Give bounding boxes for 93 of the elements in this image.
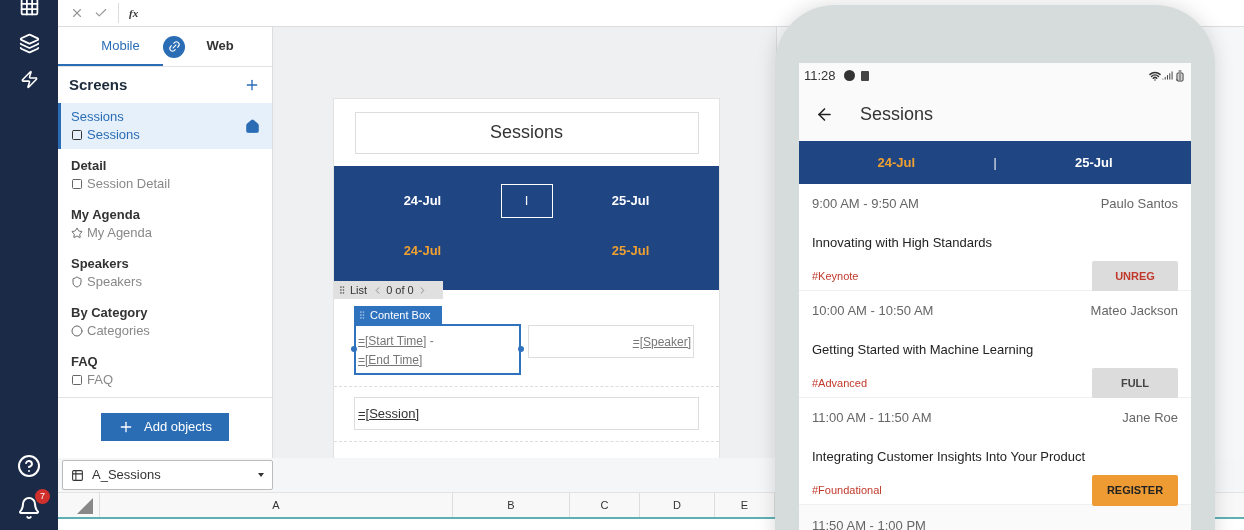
column-header[interactable]: D [640,493,715,517]
screen-name: By Category [71,304,149,323]
layers-icon[interactable] [18,33,40,54]
platform-tab[interactable]: Mobile [58,27,163,67]
column-header[interactable]: A [100,493,453,517]
screen-item[interactable]: FAQ FAQ [58,348,272,395]
panel-title: Screens [69,74,128,95]
page-name: Categories [87,322,150,341]
session-action-button[interactable]: UNREG [1092,261,1178,292]
speaker-field[interactable]: =[Speaker] [528,325,694,358]
session-time: 9:00 AM - 9:50 AM [812,195,919,213]
screen-item[interactable]: Sessions Sessions [58,103,272,150]
sheet-selector[interactable]: A_Sessions [62,460,273,490]
check-icon[interactable] [94,6,108,20]
column-header[interactable]: B [453,493,570,517]
session-tag: #Advanced [812,375,868,392]
page-name: Speakers [87,273,142,292]
record-count: 0 of 0 [386,282,414,298]
page-name: My Agenda [87,224,153,243]
date-label[interactable]: 24-Jul [403,191,442,211]
battery-icon [1174,69,1186,82]
screen-item[interactable]: Speakers Speakers [58,250,272,297]
speaker-name: Jane Roe [1122,409,1178,427]
square-icon [71,129,83,142]
session-title: Integrating Customer Insights Into Your Product [812,447,1087,466]
star-icon [71,227,83,240]
column-header[interactable]: C [570,493,640,517]
square-icon [71,178,83,191]
dash: - [429,334,434,348]
screen-name: Speakers [71,255,130,274]
grid-icon[interactable] [18,0,40,17]
field-reference: =[End Time] [358,353,423,367]
resize-handle[interactable] [351,346,357,352]
screen-name: FAQ [71,353,99,372]
app-bar-title: Sessions [860,103,934,126]
notification-badge: 7 [35,489,50,504]
lightning-icon[interactable] [19,70,39,89]
screen-name: My Agenda [71,206,141,225]
sd-card-icon [860,70,869,81]
speaker-name: Mateo Jackson [1090,302,1178,320]
list-label: List [350,282,368,298]
circle-icon [71,325,83,338]
session-row[interactable]: 9:00 AM - 9:50 AM Paulo Santos Innovating with High Standards #Keynote UNREG [799,184,1191,291]
screen-item[interactable]: By Category Categories [58,299,272,346]
date-label[interactable]: 25-Jul [611,191,650,211]
wifi-icon [1149,69,1161,82]
date-label[interactable]: 25-Jul [611,241,650,261]
page-name: FAQ [87,371,113,390]
sheet-name: A_Sessions [92,466,162,485]
page-name: Session Detail [87,175,171,194]
platform-tab[interactable]: Web [185,27,255,67]
session-row[interactable]: 11:00 AM - 11:50 AM Jane Roe Integrating Customer Insights Into Your Product #Foundational REGISTER [799,398,1191,505]
signal-icon [1162,70,1173,81]
screen-item[interactable]: Detail Session Detail [58,152,272,199]
cancel-icon[interactable] [70,6,84,20]
speaker-name: Paulo Santos [1100,195,1178,213]
date-tab[interactable]: 24-Jul [799,152,994,173]
session-action-button[interactable]: REGISTER [1092,475,1178,506]
session-tag: #Keynote [812,268,859,285]
tab-divider: | [993,154,997,172]
content-box[interactable]: =[Start Time] - =[End Time] [354,324,521,375]
date-tab[interactable]: 25-Jul [996,152,1191,173]
add-objects-button[interactable]: Add objects [101,413,229,442]
session-action-button[interactable]: FULL [1092,368,1178,399]
back-icon[interactable] [815,105,834,124]
resize-handle[interactable] [518,346,524,352]
corner-triangle-icon [77,498,93,514]
grip-icon [357,310,367,320]
session-time: 11:50 AM - 1:00 PM [812,518,926,530]
session-title: Innovating with High Standards [812,233,993,252]
help-icon[interactable] [17,454,41,478]
header-box: Sessions [354,111,699,154]
session-field[interactable]: =[Session] [354,397,699,430]
field-reference: =[Start Time] [358,334,427,348]
session-time: 10:00 AM - 10:50 AM [812,302,934,320]
fx-label: fx [129,5,139,21]
screen-name: Sessions [71,108,125,127]
session-time: 11:00 AM - 11:50 AM [812,409,932,427]
session-tag: #Foundational [812,482,882,499]
session-title: Getting Started with Machine Learning [812,340,1035,359]
screen-name: Detail [71,157,108,176]
bell-icon[interactable] [17,496,41,520]
dropdown-icon [258,473,264,477]
table-icon [71,468,84,482]
status-time: 11:28 [804,66,836,85]
grip-icon [337,285,347,295]
link-icon[interactable] [163,35,185,58]
shield-icon [71,276,83,289]
page-name: Sessions [87,126,140,145]
date-label[interactable]: 24-Jul [403,241,442,261]
screen-item[interactable]: My Agenda My Agenda [58,201,272,248]
square-icon [71,374,83,387]
session-row[interactable]: 10:00 AM - 10:50 AM Mateo Jackson Getting Started with Machine Learning #Advanced FULL [799,291,1191,398]
